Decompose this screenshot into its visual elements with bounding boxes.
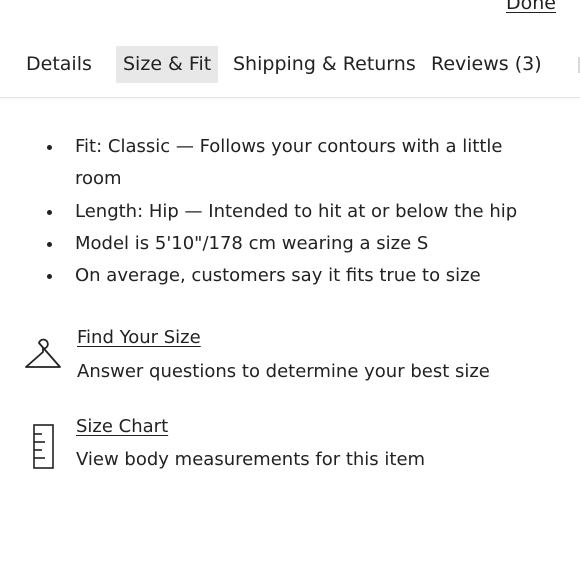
fit-detail-item: On average, customers say it fits true t… <box>47 260 535 292</box>
done-button[interactable]: Done <box>506 0 556 14</box>
tab-bar: Details Size & Fit Shipping & Returns Re… <box>0 45 580 98</box>
tab-size-and-fit[interactable]: Size & Fit <box>116 46 219 83</box>
find-your-size-link[interactable]: Find Your Size <box>77 327 201 348</box>
find-your-size-description: Answer questions to determine your best … <box>77 361 490 382</box>
fit-detail-item: Fit: Classic — Follows your contours wit… <box>47 131 535 195</box>
ruler-icon <box>33 424 55 474</box>
size-chart-description: View body measurements for this item <box>76 449 426 470</box>
fit-detail-item: Length: Hip — Intended to hit at or belo… <box>47 196 535 228</box>
size-chart-link[interactable]: Size Chart <box>76 416 168 437</box>
tab-details[interactable]: Details <box>26 46 92 83</box>
hanger-icon <box>24 335 62 377</box>
tab-shipping-and-returns[interactable]: Shipping & Returns <box>233 46 416 83</box>
fit-detail-item: Model is 5'10"/178 cm wearing a size S <box>47 228 535 260</box>
tab-reviews[interactable]: Reviews (3) <box>431 46 542 83</box>
